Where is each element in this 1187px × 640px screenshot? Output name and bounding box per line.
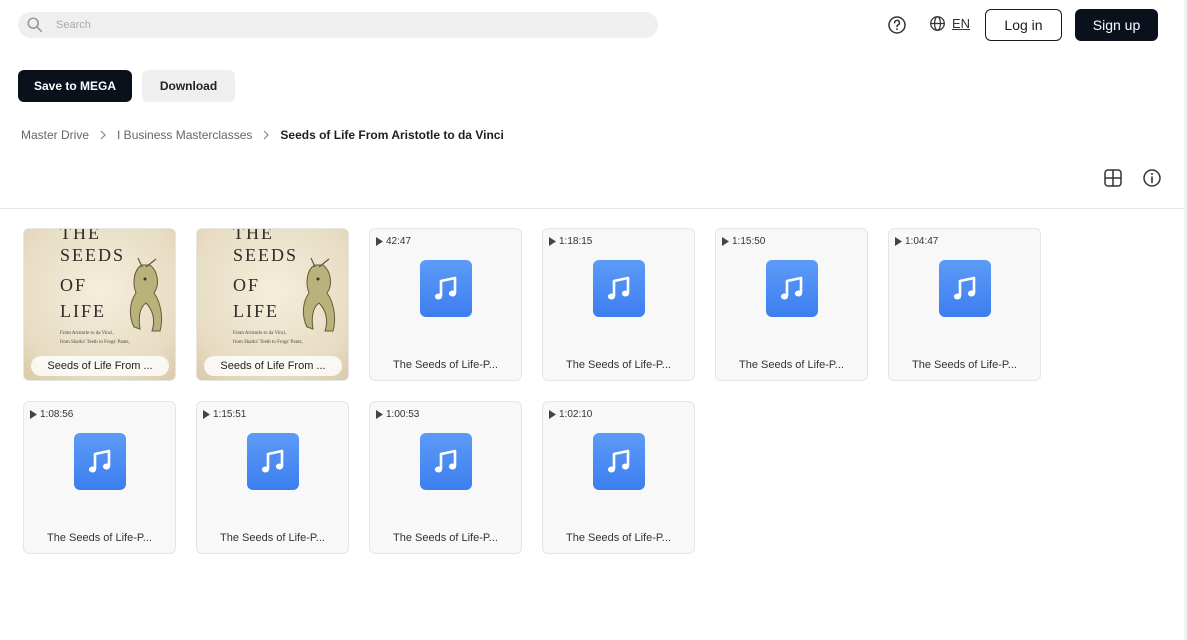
login-button[interactable]: Log in bbox=[985, 9, 1062, 41]
file-name: The Seeds of Life-P... bbox=[393, 532, 498, 544]
file-tile-audio[interactable]: 1:15:51 The Seeds of Life-P... bbox=[196, 401, 349, 554]
file-tile-audio[interactable]: 42:47 The Seeds of Life-P... bbox=[369, 228, 522, 381]
top-bar: EN Log in Sign up bbox=[0, 0, 1187, 50]
cover-subtitle: from Sharks' Teeth to Frogs' Pants, bbox=[233, 340, 303, 345]
file-name: The Seeds of Life-P... bbox=[393, 359, 498, 371]
file-name: Seeds of Life From ... bbox=[31, 356, 169, 376]
music-note-icon bbox=[74, 433, 126, 490]
duration-badge: 1:15:51 bbox=[203, 409, 246, 420]
play-icon bbox=[30, 410, 37, 419]
cover-line: OF bbox=[60, 275, 88, 295]
save-to-mega-button[interactable]: Save to MEGA bbox=[18, 70, 132, 102]
duration-badge: 1:15:50 bbox=[722, 236, 765, 247]
play-icon bbox=[895, 237, 902, 246]
file-tile-image[interactable]: THE SEEDS OF LIFE From Aristotle to da V… bbox=[23, 228, 176, 381]
play-icon bbox=[376, 237, 383, 246]
duration-badge: 42:47 bbox=[376, 236, 411, 247]
file-grid: THE SEEDS OF LIFE From Aristotle to da V… bbox=[23, 228, 1041, 554]
play-icon bbox=[549, 237, 556, 246]
file-tile-audio[interactable]: 1:08:56 The Seeds of Life-P... bbox=[23, 401, 176, 554]
chevron-right-icon bbox=[100, 130, 106, 140]
breadcrumb: Master Drive I Business Masterclasses Se… bbox=[21, 128, 504, 142]
file-name: Seeds of Life From ... bbox=[204, 356, 342, 376]
file-name: The Seeds of Life-P... bbox=[220, 532, 325, 544]
file-tile-audio[interactable]: 1:02:10 The Seeds of Life-P... bbox=[542, 401, 695, 554]
language-selector[interactable]: EN bbox=[929, 15, 970, 32]
info-icon[interactable] bbox=[1142, 168, 1162, 188]
duration: 42:47 bbox=[386, 236, 412, 247]
duration-badge: 1:00:53 bbox=[376, 409, 419, 420]
music-note-icon bbox=[247, 433, 299, 490]
file-tile-audio[interactable]: 1:18:15 The Seeds of Life-P... bbox=[542, 228, 695, 381]
cover-subtitle: From Aristotle to da Vinci, bbox=[60, 331, 114, 336]
file-name: The Seeds of Life-P... bbox=[912, 359, 1017, 371]
play-icon bbox=[376, 410, 383, 419]
cover-subtitle: From Aristotle to da Vinci, bbox=[233, 331, 287, 336]
cover-line: LIFE bbox=[233, 301, 279, 321]
file-name: The Seeds of Life-P... bbox=[566, 359, 671, 371]
duration-badge: 1:08:56 bbox=[30, 409, 73, 420]
help-icon[interactable] bbox=[887, 15, 907, 35]
duration: 1:15:50 bbox=[732, 236, 766, 247]
file-name: The Seeds of Life-P... bbox=[566, 532, 671, 544]
duration: 1:08:56 bbox=[40, 409, 74, 420]
play-icon bbox=[722, 237, 729, 246]
cover-line: LIFE bbox=[60, 301, 106, 321]
music-note-icon bbox=[420, 433, 472, 490]
file-name: The Seeds of Life-P... bbox=[739, 359, 844, 371]
file-name: The Seeds of Life-P... bbox=[47, 532, 152, 544]
file-tile-audio[interactable]: 1:04:47 The Seeds of Life-P... bbox=[888, 228, 1041, 381]
music-note-icon bbox=[593, 433, 645, 490]
globe-icon bbox=[930, 16, 945, 31]
cover-line: OF bbox=[233, 275, 261, 295]
duration: 1:02:10 bbox=[559, 409, 593, 420]
download-button[interactable]: Download bbox=[142, 70, 235, 102]
search-bar[interactable] bbox=[18, 12, 658, 38]
search-input[interactable] bbox=[56, 19, 616, 31]
music-note-icon bbox=[420, 260, 472, 317]
music-note-icon bbox=[939, 260, 991, 317]
file-tile-audio[interactable]: 1:00:53 The Seeds of Life-P... bbox=[369, 401, 522, 554]
duration-badge: 1:04:47 bbox=[895, 236, 938, 247]
search-icon bbox=[27, 17, 43, 33]
file-tile-audio[interactable]: 1:15:50 The Seeds of Life-P... bbox=[715, 228, 868, 381]
cover-line: THE bbox=[233, 228, 274, 243]
grid-view-icon[interactable] bbox=[1103, 168, 1123, 188]
duration-badge: 1:02:10 bbox=[549, 409, 592, 420]
music-note-icon bbox=[766, 260, 818, 317]
play-icon bbox=[549, 410, 556, 419]
frog-illustration-icon bbox=[302, 257, 336, 332]
language-label[interactable]: EN bbox=[952, 16, 970, 31]
file-tile-image[interactable]: THE SEEDS OF LIFE From Aristotle to da V… bbox=[196, 228, 349, 381]
breadcrumb-current: Seeds of Life From Aristotle to da Vinci bbox=[280, 128, 504, 142]
play-icon bbox=[203, 410, 210, 419]
duration: 1:18:15 bbox=[559, 236, 593, 247]
music-note-icon bbox=[593, 260, 645, 317]
duration: 1:00:53 bbox=[386, 409, 420, 420]
signup-button[interactable]: Sign up bbox=[1075, 9, 1158, 41]
frog-illustration-icon bbox=[129, 257, 163, 332]
cover-line: THE bbox=[60, 228, 101, 243]
duration: 1:04:47 bbox=[905, 236, 939, 247]
duration: 1:15:51 bbox=[213, 409, 247, 420]
chevron-right-icon bbox=[263, 130, 270, 140]
breadcrumb-item-master-drive[interactable]: Master Drive bbox=[21, 128, 89, 142]
cover-subtitle: from Sharks' Teeth to Frogs' Pants, bbox=[60, 340, 130, 345]
header-divider bbox=[0, 208, 1187, 209]
duration-badge: 1:18:15 bbox=[549, 236, 592, 247]
breadcrumb-item-business-masterclasses[interactable]: I Business Masterclasses bbox=[117, 128, 252, 142]
